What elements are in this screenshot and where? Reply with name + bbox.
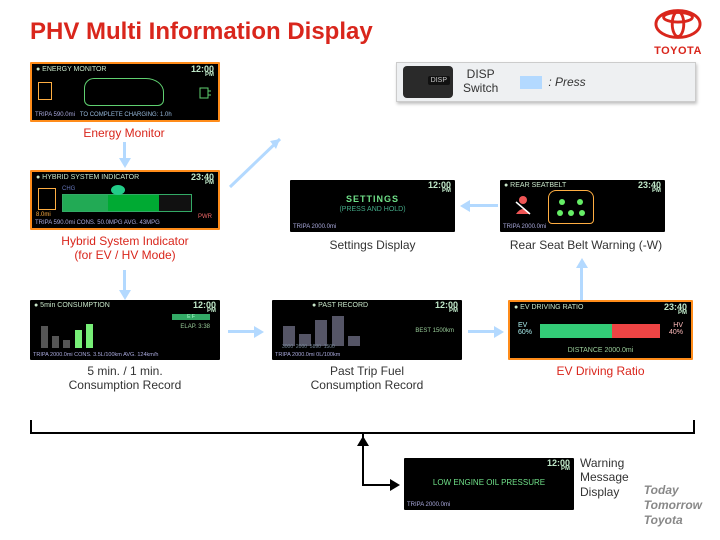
caption-rsb: Rear Seat Belt Warning (-W) <box>486 238 686 252</box>
settings-line2: (PRESS AND HOLD) <box>290 206 455 213</box>
best: BEST 1500km <box>415 328 454 334</box>
screen-consumption: ● 5min CONSUMPTION 12:00PM E F ELAP. 3:3… <box>30 300 220 360</box>
clock: 12:00PM <box>435 302 458 314</box>
header: ● HYBRID SYSTEM INDICATOR <box>36 174 139 181</box>
screen-energy-monitor: ● ENERGY MONITOR 12:00PM TRIPA 590.0mi T… <box>30 62 220 122</box>
clock: 12:00PM <box>428 182 451 194</box>
trip: TRIPA 2000.0mi CONS. 3.5L/100km AVG. 124… <box>33 352 158 358</box>
clock: 23:40PM <box>191 174 214 186</box>
toyota-wordmark: TOYOTA <box>654 45 702 57</box>
caption-warning: WarningMessageDisplay <box>580 456 650 499</box>
trip: TRIPA 2000.0mi <box>293 224 336 230</box>
ev-pct: EV 60% <box>518 322 532 336</box>
elapsed: ELAP. 3:38 <box>180 324 210 330</box>
screen-settings: 12:00PM SETTINGS (PRESS AND HOLD) TRIPA … <box>290 180 455 232</box>
disp-label: DISPSwitch <box>463 68 498 96</box>
disp-icon <box>403 66 453 98</box>
clock: 12:00PM <box>193 302 216 314</box>
screen-rear-seatbelt: ● REAR SEATBELT 23:40PM TRIPA 2000.0mi <box>500 180 665 232</box>
trip: TRIPA 590.0mi TO COMPLETE CHARGING: 1.0h <box>35 112 172 118</box>
trip: TRIPA 2000.0mi 0L/100km <box>275 352 340 358</box>
header: ● 5min CONSUMPTION <box>34 302 110 309</box>
ev-range: 8.0mi <box>36 212 51 218</box>
header: ● REAR SEATBELT <box>504 182 566 189</box>
hv-pct: HV 40% <box>669 322 683 336</box>
caption-energy: Energy Monitor <box>64 126 184 140</box>
settings-line1: SETTINGS <box>290 194 455 204</box>
screen-past-record: ● PAST RECORD 12:00PM BEST 1500km 3000 2… <box>272 300 462 360</box>
caption-consumption: 5 min. / 1 min.Consumption Record <box>30 364 220 393</box>
header: ● PAST RECORD <box>312 302 368 309</box>
caption-evr: EV Driving Ratio <box>508 364 693 378</box>
clock: 23:40PM <box>638 182 661 194</box>
toyota-logo: TOYOTA <box>654 8 702 57</box>
distance: DISTANCE 2000.0mi <box>510 347 691 354</box>
warning-msg: LOW ENGINE OIL PRESSURE <box>404 478 574 487</box>
chg-label: CHG <box>62 186 75 192</box>
header: ● ENERGY MONITOR <box>36 66 106 73</box>
caption-past: Past Trip FuelConsumption Record <box>272 364 462 393</box>
trip: TRIPA 2000.0mi <box>407 502 450 508</box>
trip: TRIPA 2000.0mi <box>503 224 546 230</box>
clock: 23:40PM <box>664 304 687 316</box>
arrow-black-h <box>362 484 392 486</box>
page-title: PHV Multi Information Display <box>30 18 373 46</box>
caption-settings: Settings Display <box>290 238 455 252</box>
disp-switch-box: DISPSwitch : Press <box>396 62 696 102</box>
clock: 12:00PM <box>191 66 214 78</box>
header: ● EV DRIVING RATIO <box>514 304 583 311</box>
arrow-black-h-head <box>390 479 400 491</box>
seatbelt-icon <box>512 194 534 216</box>
screen-ev-ratio: ● EV DRIVING RATIO 23:40PM EV 60% HV 40%… <box>508 300 693 360</box>
pwr-label: PWR <box>198 214 212 220</box>
caption-hsi: Hybrid System Indicator(for EV / HV Mode… <box>30 234 220 263</box>
footer-tagline: TodayTomorrowToyota <box>644 483 702 528</box>
arrow-black-head <box>357 436 369 446</box>
press-swatch <box>520 76 542 89</box>
screen-hsi: ● HYBRID SYSTEM INDICATOR 23:40PM 8.0mi … <box>30 170 220 230</box>
trip: TRIPA 590.0mi CONS. 50.0MPG AVG. 43MPG <box>35 220 160 226</box>
bracket <box>30 420 695 434</box>
screen-warning: 12:00PM LOW ENGINE OIL PRESSURE TRIPA 20… <box>404 458 574 510</box>
press-label: : Press <box>548 75 585 89</box>
clock: 12:00PM <box>547 460 570 472</box>
